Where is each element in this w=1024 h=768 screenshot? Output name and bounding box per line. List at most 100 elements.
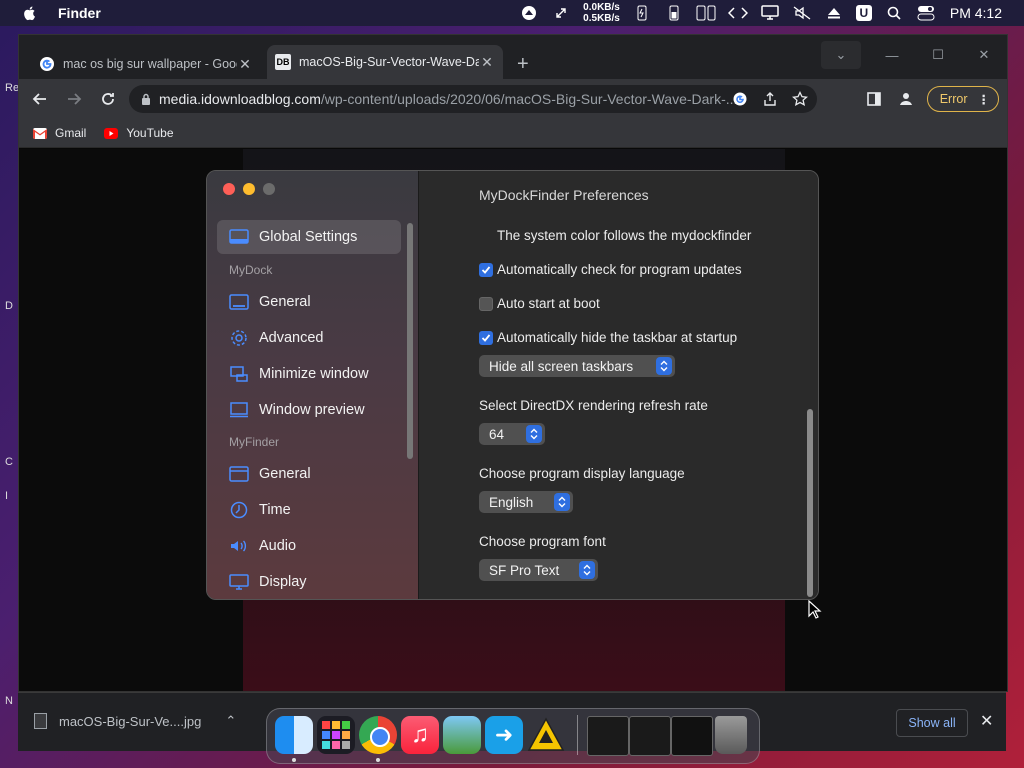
- error-button[interactable]: Error ⋮: [926, 86, 999, 112]
- sidebar-item-mydock-general[interactable]: General: [217, 285, 401, 319]
- sidebar-item-window-preview[interactable]: Window preview: [217, 393, 401, 427]
- battery-phone-icon[interactable]: [695, 4, 717, 22]
- chevron-up-icon[interactable]: ⌃: [225, 713, 236, 729]
- option-check-updates[interactable]: Automatically check for program updates: [479, 262, 742, 277]
- active-app-name[interactable]: Finder: [58, 5, 101, 21]
- download-item[interactable]: macOS-Big-Sur-Ve....jpg ⌃: [34, 713, 236, 729]
- sidebar-scrollbar[interactable]: [407, 223, 413, 459]
- monitor-icon: [229, 229, 249, 245]
- sidebar-item-audio[interactable]: Audio: [217, 529, 401, 563]
- sidebar-item-minimize-window[interactable]: Minimize window: [217, 357, 401, 391]
- option-label: Automatically check for program updates: [497, 262, 742, 277]
- tab-search-icon[interactable]: ⌄: [821, 41, 861, 69]
- option-label: Auto start at boot: [497, 296, 600, 311]
- option-system-color[interactable]: The system color follows the mydockfinde…: [479, 228, 751, 243]
- apple-icon[interactable]: [22, 5, 38, 21]
- maximize-icon[interactable]: ☐: [915, 41, 961, 69]
- checkbox-system-color[interactable]: [479, 229, 493, 243]
- search-icon[interactable]: [883, 4, 905, 22]
- warning-app-icon[interactable]: [527, 716, 565, 754]
- tab-active-image[interactable]: DB macOS-Big-Sur-Vector-Wave-Da ✕: [267, 45, 503, 79]
- address-bar[interactable]: media.idownloadblog.com/wp-content/uploa…: [129, 85, 817, 113]
- close-icon[interactable]: ✕: [479, 54, 495, 71]
- bookmark-star-icon[interactable]: [791, 90, 809, 108]
- updown-chevron-icon: [526, 425, 542, 443]
- option-auto-start[interactable]: Auto start at boot: [479, 296, 600, 311]
- side-panel-icon[interactable]: [863, 88, 885, 110]
- chrome-icon[interactable]: [359, 716, 397, 754]
- upload-icon[interactable]: [518, 4, 540, 22]
- sidebar-item-myfinder-general[interactable]: General: [217, 457, 401, 491]
- window-close-icon[interactable]: ✕: [961, 41, 1007, 69]
- user-badge[interactable]: U: [855, 5, 872, 21]
- dock: ♫ ➜: [266, 708, 760, 764]
- desktop-icon-label: D: [5, 300, 13, 312]
- remote-desktop-icon[interactable]: ➜: [485, 716, 523, 754]
- profile-icon[interactable]: [895, 88, 917, 110]
- minimize-icon[interactable]: —: [869, 41, 915, 69]
- zoom-window-icon[interactable]: [263, 183, 275, 195]
- mute-icon[interactable]: [791, 4, 813, 22]
- bookmark-youtube[interactable]: YouTube: [104, 126, 174, 140]
- battery-icon[interactable]: [663, 4, 685, 22]
- select-value: Hide all screen taskbars: [489, 358, 634, 374]
- trash-icon[interactable]: [715, 716, 747, 754]
- option-hide-taskbar[interactable]: Automatically hide the taskbar at startu…: [479, 330, 737, 345]
- updown-chevron-icon: [656, 357, 672, 375]
- display-icon[interactable]: [759, 4, 781, 22]
- close-icon[interactable]: ✕: [980, 711, 993, 731]
- language-select[interactable]: English: [479, 491, 573, 513]
- preferences-window: Global Settings MyDock General Advanced …: [206, 170, 819, 600]
- menubar-icon: [229, 466, 249, 482]
- sidebar-item-display[interactable]: Display: [217, 565, 401, 599]
- main-scrollbar[interactable]: [807, 409, 813, 597]
- close-window-icon[interactable]: [223, 183, 235, 195]
- google-lens-icon[interactable]: [731, 90, 749, 108]
- checkbox-hide-taskbar[interactable]: [479, 330, 493, 345]
- display-icon: [229, 574, 249, 590]
- window-thumbnail-icon[interactable]: [671, 716, 713, 756]
- eject-icon[interactable]: [823, 4, 845, 22]
- font-select[interactable]: SF Pro Text: [479, 559, 598, 581]
- forward-icon[interactable]: [61, 86, 87, 112]
- desktop-icon-label: I: [5, 490, 9, 502]
- finder-icon[interactable]: [275, 716, 313, 754]
- close-icon[interactable]: ✕: [237, 56, 253, 73]
- sidebar-item-time[interactable]: Time: [217, 493, 401, 527]
- bookmark-gmail[interactable]: Gmail: [33, 126, 86, 140]
- lock-icon[interactable]: [141, 93, 151, 105]
- music-icon[interactable]: ♫: [401, 716, 439, 754]
- refresh-rate-select[interactable]: 64: [479, 423, 545, 445]
- sidebar-item-label: Advanced: [259, 330, 324, 346]
- window-thumbnail-icon[interactable]: [629, 716, 671, 756]
- resize-icon[interactable]: [550, 4, 572, 22]
- checkbox-check-updates[interactable]: [479, 262, 493, 277]
- download-file-name: macOS-Big-Sur-Ve....jpg: [59, 713, 202, 729]
- checkbox-auto-start[interactable]: [479, 296, 493, 311]
- desktop-icon-label: Re: [5, 82, 20, 94]
- back-icon[interactable]: [27, 86, 53, 112]
- menubar-clock[interactable]: PM 4:12: [950, 5, 1002, 21]
- desktop-icon-label: N: [5, 695, 13, 707]
- google-icon: [40, 57, 54, 71]
- minimize-window-icon: [229, 366, 249, 382]
- kebab-menu-icon[interactable]: ⋮: [978, 92, 991, 107]
- sidebar-item-advanced[interactable]: Advanced: [217, 321, 401, 355]
- taskbar-select[interactable]: Hide all screen taskbars: [479, 355, 675, 377]
- bookmarks-bar: Gmail YouTube: [19, 119, 1007, 148]
- show-all-button[interactable]: Show all: [896, 709, 968, 737]
- reload-icon[interactable]: [95, 86, 121, 112]
- select-value: English: [489, 494, 534, 510]
- share-icon[interactable]: [761, 90, 779, 108]
- minimize-window-icon[interactable]: [243, 183, 255, 195]
- code-icon[interactable]: [727, 4, 749, 22]
- image-viewer-icon[interactable]: [443, 716, 481, 754]
- window-thumbnail-icon[interactable]: [587, 716, 629, 756]
- control-center-icon[interactable]: [915, 4, 937, 22]
- new-tab-icon[interactable]: +: [517, 53, 529, 76]
- launchpad-icon[interactable]: [317, 716, 355, 754]
- tab-google-search[interactable]: mac os big sur wallpaper - Goog ✕: [31, 49, 261, 79]
- gear-icon: [229, 330, 249, 346]
- battery-charge-icon[interactable]: [631, 4, 653, 22]
- sidebar-item-global-settings[interactable]: Global Settings: [217, 220, 401, 254]
